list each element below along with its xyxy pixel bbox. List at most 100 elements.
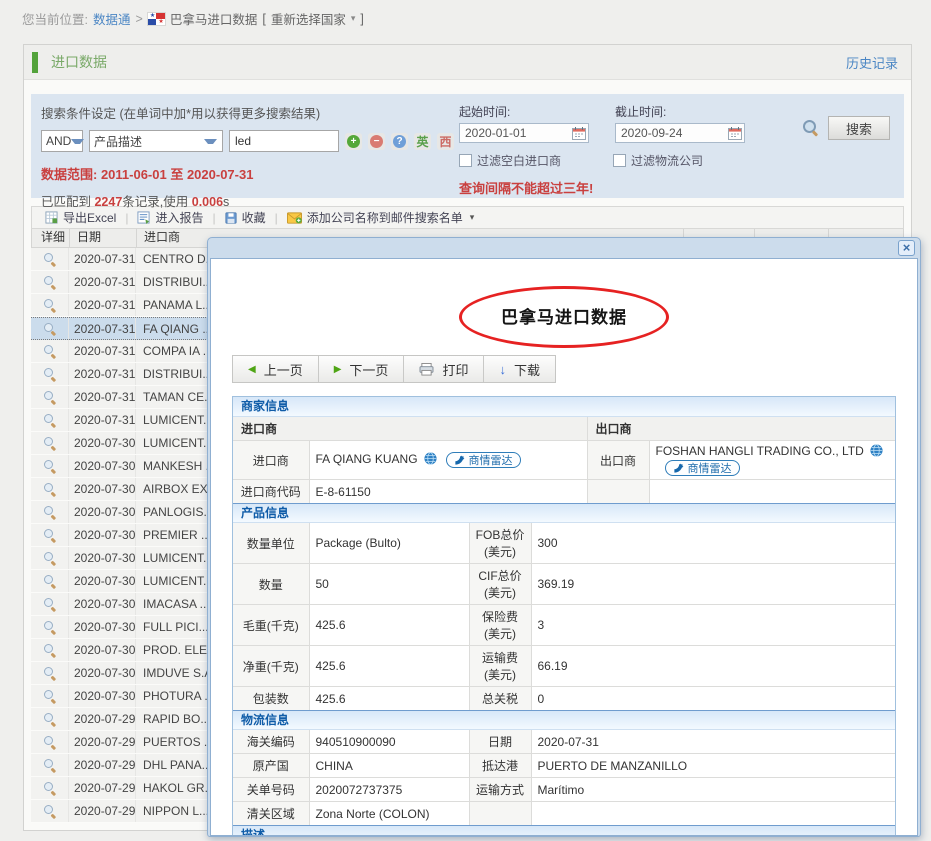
magnifier-icon[interactable] [44,644,56,656]
start-date-label: 起始时间: [459,103,589,120]
search-button[interactable]: 搜索 [828,116,890,140]
row-detail-cell[interactable] [31,386,69,408]
magnifier-icon[interactable] [44,805,56,817]
magnifier-icon[interactable] [44,598,56,610]
row-detail-cell[interactable] [31,685,69,707]
filter-logistics-checkbox[interactable]: 过滤物流公司 [613,152,703,169]
magnifier-icon[interactable] [44,414,56,426]
lang-spanish-button[interactable]: 西 [437,133,454,150]
row-detail-cell[interactable] [31,731,69,753]
calendar-icon[interactable] [728,127,742,140]
row-detail-cell[interactable] [31,501,69,523]
row-date: 2020-07-29 [69,708,136,730]
row-detail-cell[interactable] [31,800,69,822]
breadcrumb-home-link[interactable]: 数据通 [93,9,131,28]
row-date: 2020-07-31 [69,318,136,339]
checkbox-icon[interactable] [613,154,626,167]
magnifier-icon[interactable] [44,483,56,495]
magnifier-icon[interactable] [44,253,56,265]
row-detail-cell[interactable] [31,294,69,316]
prev-page-button[interactable]: ◀ 上一页 [233,356,319,382]
keyword-input[interactable] [229,130,339,152]
add-mail-list-button[interactable]: 添加公司名称到邮件搜索名单 ▾ [287,209,475,226]
row-detail-cell[interactable] [31,363,69,385]
chevron-down-icon[interactable]: ▾ [351,13,356,24]
magnifier-icon[interactable] [44,529,56,541]
row-detail-cell[interactable] [31,639,69,661]
remove-condition-button[interactable]: − [368,133,385,150]
globe-icon[interactable] [424,452,437,468]
column-header-detail[interactable]: 详细 [32,229,70,247]
radar-badge[interactable]: 商情雷达 [665,460,740,476]
field-value: 0 [531,687,895,711]
row-detail-cell[interactable] [31,754,69,776]
row-detail-cell[interactable] [31,777,69,799]
row-detail-cell[interactable] [31,616,69,638]
checkbox-icon[interactable] [459,154,472,167]
magnifier-icon[interactable] [44,323,56,335]
magnifier-icon[interactable] [44,391,56,403]
row-detail-cell[interactable] [31,478,69,500]
row-detail-cell[interactable] [31,455,69,477]
export-excel-button[interactable]: 导出Excel [45,209,116,226]
magnifier-icon[interactable] [44,736,56,748]
row-detail-cell[interactable] [31,547,69,569]
reselect-country-link[interactable]: 重新选择国家 [271,9,346,28]
enter-report-button[interactable]: 进入报告 [137,209,203,226]
filter-blank-importer-checkbox[interactable]: 过滤空白进口商 [459,152,561,169]
magnifier-icon[interactable] [44,437,56,449]
row-detail-cell[interactable] [31,340,69,362]
row-detail-cell[interactable] [31,708,69,730]
row-detail-cell[interactable] [31,248,69,270]
mail-icon [287,212,302,224]
row-detail-cell[interactable] [31,432,69,454]
magnifier-icon[interactable] [44,667,56,679]
magnifier-icon[interactable] [44,690,56,702]
history-link[interactable]: 历史记录 [846,53,898,72]
start-date-input[interactable]: 2020-01-01 [459,123,589,143]
magnifier-icon[interactable] [44,276,56,288]
field-value: Zona Norte (COLON) [309,802,469,826]
magnifier-icon[interactable] [44,368,56,380]
end-date-input[interactable]: 2020-09-24 [615,123,745,143]
row-date: 2020-07-31 [69,248,136,270]
bool-operator-select[interactable]: AND [41,130,83,152]
magnifier-icon[interactable] [44,552,56,564]
search-field-select[interactable]: 产品描述 [89,130,223,152]
field-value: 425.6 [309,687,469,711]
favorite-button[interactable]: 收藏 [225,209,266,226]
print-button[interactable]: 打印 [404,356,484,382]
row-detail-cell[interactable] [31,570,69,592]
add-condition-button[interactable]: + [345,133,362,150]
row-detail-cell[interactable] [31,662,69,684]
field-label: 保险费(美元) [469,605,531,646]
radar-badge[interactable]: 商情雷达 [446,452,521,468]
magnifier-icon[interactable] [44,621,56,633]
modal-titlebar[interactable]: × [210,238,918,258]
globe-icon[interactable] [870,444,883,460]
magnifier-icon[interactable] [44,345,56,357]
help-button[interactable]: ? [391,133,408,150]
lang-english-button[interactable]: 英 [414,133,431,150]
magnifier-icon[interactable] [44,759,56,771]
start-date-group: 起始时间: 2020-01-01 [459,103,589,143]
magnifier-icon[interactable] [44,299,56,311]
next-page-label: 下一页 [349,360,388,379]
column-header-date[interactable]: 日期 [70,229,137,247]
magnifier-icon[interactable] [44,460,56,472]
row-detail-cell[interactable] [31,409,69,431]
row-detail-cell[interactable] [31,318,69,339]
row-detail-cell[interactable] [31,524,69,546]
magnifier-icon[interactable] [44,713,56,725]
row-detail-cell[interactable] [31,593,69,615]
download-button[interactable]: ↓ 下载 [484,356,555,382]
magnifier-icon[interactable] [44,782,56,794]
breadcrumb-separator: > [136,12,143,26]
magnifier-icon[interactable] [44,506,56,518]
calendar-icon[interactable] [572,127,586,140]
next-page-button[interactable]: ▶ 下一页 [319,356,405,382]
row-detail-cell[interactable] [31,271,69,293]
match-count: 2247 [94,195,122,209]
magnifier-icon[interactable] [44,575,56,587]
close-icon[interactable]: × [898,240,915,256]
